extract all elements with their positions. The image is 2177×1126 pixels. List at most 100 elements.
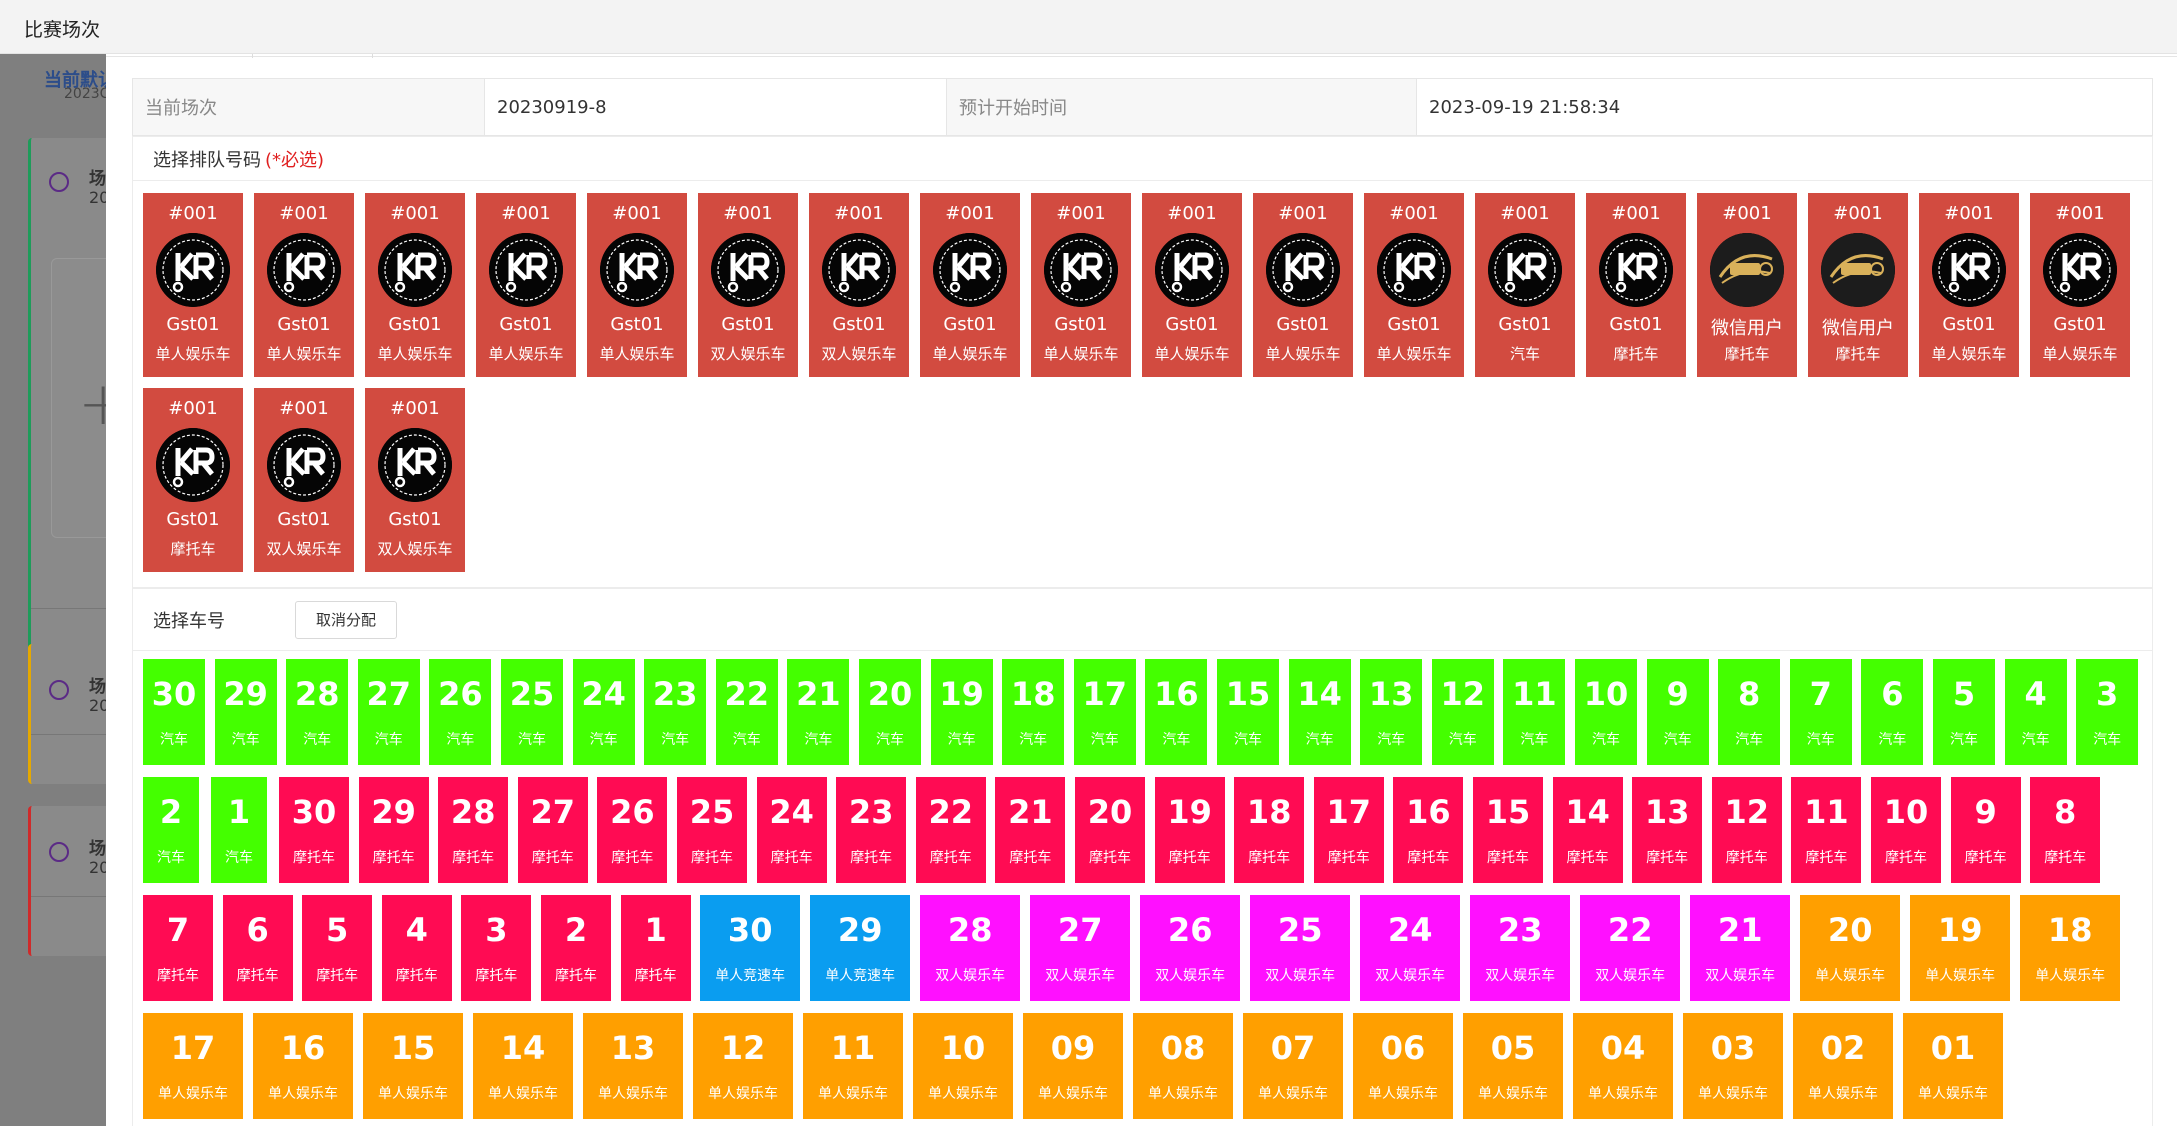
car-tile[interactable]: 7 汽车 <box>1789 659 1852 765</box>
car-tile[interactable]: 6 汽车 <box>1861 659 1924 765</box>
car-tile[interactable]: 21 摩托车 <box>995 777 1066 883</box>
car-tile[interactable]: 17 单人娱乐车 <box>143 1013 243 1119</box>
car-tile[interactable]: 8 汽车 <box>1718 659 1781 765</box>
queue-tile[interactable]: #001 Gst01 单人娱乐车 <box>2030 193 2130 377</box>
car-tile[interactable]: 18 摩托车 <box>1234 777 1305 883</box>
car-tile[interactable]: 28 摩托车 <box>438 777 509 883</box>
car-tile[interactable]: 10 摩托车 <box>1871 777 1941 883</box>
car-tile[interactable]: 14 摩托车 <box>1552 777 1623 883</box>
car-tile[interactable]: 17 摩托车 <box>1313 777 1384 883</box>
car-tile[interactable]: 16 汽车 <box>1145 659 1208 765</box>
car-tile[interactable]: 9 汽车 <box>1646 659 1709 765</box>
car-tile[interactable]: 11 汽车 <box>1503 659 1566 765</box>
car-tile[interactable]: 30 摩托车 <box>279 777 349 883</box>
queue-tile[interactable]: #001 Gst01 单人娱乐车 <box>920 193 1020 377</box>
car-tile[interactable]: 24 汽车 <box>572 659 635 765</box>
car-tile[interactable]: 12 单人娱乐车 <box>693 1013 793 1119</box>
queue-tile[interactable]: #001 Gst01 单人娱乐车 <box>143 193 243 377</box>
queue-tile[interactable]: #001 Gst01 单人娱乐车 <box>365 193 465 377</box>
car-tile[interactable]: 11 摩托车 <box>1791 777 1862 883</box>
car-tile[interactable]: 28 双人娱乐车 <box>920 895 1021 1001</box>
car-tile[interactable]: 26 摩托车 <box>597 777 668 883</box>
car-tile[interactable]: 30 单人竞速车 <box>700 895 801 1001</box>
car-tile[interactable]: 23 汽车 <box>644 659 707 765</box>
car-tile[interactable]: 20 汽车 <box>859 659 921 765</box>
car-tile[interactable]: 27 双人娱乐车 <box>1030 895 1131 1001</box>
car-tile[interactable]: 10 汽车 <box>1575 659 1637 765</box>
car-tile[interactable]: 20 摩托车 <box>1075 777 1145 883</box>
car-tile[interactable]: 15 单人娱乐车 <box>363 1013 463 1119</box>
car-tile[interactable]: 21 双人娱乐车 <box>1690 895 1791 1001</box>
car-tile[interactable]: 3 汽车 <box>2076 659 2139 765</box>
car-tile[interactable]: 23 双人娱乐车 <box>1470 895 1571 1001</box>
car-tile[interactable]: 29 摩托车 <box>358 777 429 883</box>
car-tile[interactable]: 30 汽车 <box>143 659 205 765</box>
car-tile[interactable]: 14 单人娱乐车 <box>473 1013 573 1119</box>
car-tile[interactable]: 14 汽车 <box>1288 659 1351 765</box>
car-tile[interactable]: 27 摩托车 <box>517 777 588 883</box>
car-tile[interactable]: 8 摩托车 <box>2030 777 2101 883</box>
car-tile[interactable]: 18 单人娱乐车 <box>2020 895 2121 1001</box>
car-tile[interactable]: 2 摩托车 <box>541 895 611 1001</box>
car-tile[interactable]: 15 汽车 <box>1217 659 1279 765</box>
queue-tile[interactable]: #001 Gst01 单人娱乐车 <box>254 193 354 377</box>
car-tile[interactable]: 28 汽车 <box>286 659 349 765</box>
car-tile[interactable]: 4 汽车 <box>2004 659 2067 765</box>
cancel-assign-button[interactable]: 取消分配 <box>295 600 398 639</box>
car-tile[interactable]: 19 单人娱乐车 <box>1910 895 2011 1001</box>
car-tile[interactable]: 26 双人娱乐车 <box>1140 895 1241 1001</box>
queue-tile[interactable]: #001 Gst01 单人娱乐车 <box>1919 193 2019 377</box>
queue-tile[interactable]: #001 Gst01 双人娱乐车 <box>254 388 354 572</box>
queue-tile[interactable]: #001 Gst01 单人娱乐车 <box>1031 193 1131 377</box>
car-tile[interactable]: 7 摩托车 <box>143 895 213 1001</box>
car-tile[interactable]: 22 双人娱乐车 <box>1580 895 1681 1001</box>
queue-tile[interactable]: #001 Gst01 摩托车 <box>1586 193 1686 377</box>
car-tile[interactable]: 29 汽车 <box>214 659 277 765</box>
car-tile[interactable]: 24 摩托车 <box>756 777 827 883</box>
car-tile[interactable]: 1 汽车 <box>211 777 267 883</box>
car-tile[interactable]: 6 摩托车 <box>222 895 293 1001</box>
car-tile[interactable]: 24 双人娱乐车 <box>1360 895 1461 1001</box>
car-tile[interactable]: 05 单人娱乐车 <box>1463 1013 1563 1119</box>
queue-tile[interactable]: #001 Gst01 汽车 <box>1475 193 1575 377</box>
car-tile[interactable]: 03 单人娱乐车 <box>1683 1013 1783 1119</box>
car-tile[interactable]: 20 单人娱乐车 <box>1800 895 1901 1001</box>
car-tile[interactable]: 25 摩托车 <box>677 777 747 883</box>
car-tile[interactable]: 12 汽车 <box>1431 659 1494 765</box>
car-tile[interactable]: 26 汽车 <box>429 659 492 765</box>
car-tile[interactable]: 4 摩托车 <box>381 895 452 1001</box>
queue-tile[interactable]: #001 Gst01 双人娱乐车 <box>365 388 465 572</box>
car-tile[interactable]: 18 汽车 <box>1002 659 1065 765</box>
queue-tile[interactable]: #001 Gst01 单人娱乐车 <box>476 193 576 377</box>
queue-tile[interactable]: #001 Gst01 单人娱乐车 <box>1253 193 1353 377</box>
car-tile[interactable]: 5 汽车 <box>1933 659 1995 765</box>
car-tile[interactable]: 13 摩托车 <box>1632 777 1703 883</box>
car-tile[interactable]: 04 单人娱乐车 <box>1573 1013 1673 1119</box>
car-tile[interactable]: 3 摩托车 <box>461 895 532 1001</box>
car-tile[interactable]: 16 单人娱乐车 <box>253 1013 353 1119</box>
car-tile[interactable]: 13 单人娱乐车 <box>583 1013 683 1119</box>
car-tile[interactable]: 11 单人娱乐车 <box>803 1013 903 1119</box>
car-tile[interactable]: 19 汽车 <box>930 659 993 765</box>
car-tile[interactable]: 01 单人娱乐车 <box>1903 1013 2003 1119</box>
queue-tile[interactable]: #001 微信用户 摩托车 <box>1697 193 1797 377</box>
car-tile[interactable]: 13 汽车 <box>1360 659 1423 765</box>
car-tile[interactable]: 25 汽车 <box>501 659 563 765</box>
car-tile[interactable]: 12 摩托车 <box>1711 777 1782 883</box>
queue-tile[interactable]: #001 Gst01 单人娱乐车 <box>587 193 687 377</box>
car-tile[interactable]: 07 单人娱乐车 <box>1243 1013 1343 1119</box>
queue-tile[interactable]: #001 Gst01 摩托车 <box>143 388 243 572</box>
car-tile[interactable]: 29 单人竞速车 <box>810 895 911 1001</box>
car-tile[interactable]: 22 汽车 <box>715 659 778 765</box>
car-tile[interactable]: 17 汽车 <box>1073 659 1136 765</box>
car-tile[interactable]: 16 摩托车 <box>1393 777 1464 883</box>
car-tile[interactable]: 23 摩托车 <box>836 777 907 883</box>
car-tile[interactable]: 5 摩托车 <box>302 895 373 1001</box>
car-tile[interactable]: 22 摩托车 <box>915 777 986 883</box>
car-tile[interactable]: 19 摩托车 <box>1154 777 1225 883</box>
queue-tile[interactable]: #001 Gst01 双人娱乐车 <box>809 193 909 377</box>
queue-tile[interactable]: #001 Gst01 单人娱乐车 <box>1364 193 1464 377</box>
car-tile[interactable]: 21 汽车 <box>787 659 850 765</box>
car-tile[interactable]: 10 单人娱乐车 <box>913 1013 1013 1119</box>
car-tile[interactable]: 2 汽车 <box>143 777 199 883</box>
